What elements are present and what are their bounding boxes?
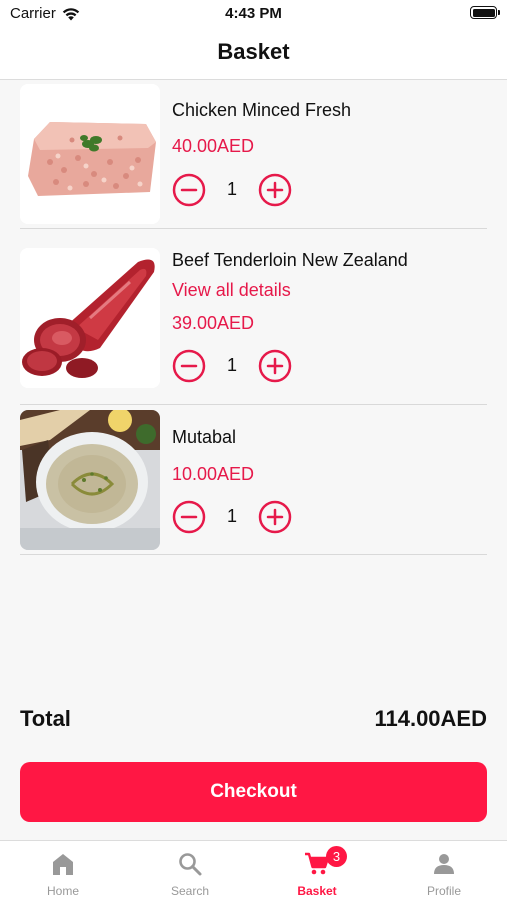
increase-quantity-button[interactable] [258, 173, 292, 207]
battery-icon [470, 6, 500, 19]
tab-label: Search [170, 884, 210, 898]
tab-label: Home [46, 884, 79, 898]
quantity-stepper: 1 [172, 349, 302, 383]
quantity-value: 1 [226, 355, 237, 375]
tab-basket[interactable]: 3 Basket [254, 841, 380, 900]
quantity-value: 1 [226, 179, 237, 199]
tab-label: Profile [426, 884, 461, 898]
navigation-bar: Basket [0, 28, 507, 80]
item-price: 39.00AED [172, 313, 255, 333]
decrease-quantity-button[interactable] [172, 173, 206, 207]
checkout-button[interactable]: Checkout [20, 762, 487, 822]
view-details-link[interactable]: View all details [172, 280, 291, 301]
item-name[interactable]: Chicken Minced Fresh [172, 100, 351, 121]
page-title: Basket [217, 39, 290, 64]
quantity-stepper: 1 [172, 500, 302, 534]
minced-chicken-image[interactable] [20, 84, 160, 224]
quantity-stepper: 1 [172, 173, 302, 207]
plus-circle-icon [258, 173, 292, 207]
tab-home[interactable]: Home [0, 841, 126, 900]
cart-count-badge: 3 [326, 846, 347, 867]
total-value: 114.00AED [374, 706, 487, 731]
basket-item[interactable]: Chicken Minced Fresh 40.00AED 1 [20, 84, 487, 229]
tab-label: Basket [297, 884, 337, 898]
basket-item[interactable]: Beef Tenderloin New Zealand View all det… [20, 229, 487, 405]
plus-circle-icon [258, 500, 292, 534]
tab-search[interactable]: Search [127, 841, 253, 900]
item-price: 10.00AED [172, 464, 255, 484]
item-name[interactable]: Mutabal [172, 427, 236, 448]
mutabal-dip-image[interactable] [20, 410, 160, 550]
status-bar: Carrier 4:43 PM [0, 0, 507, 28]
item-price: 40.00AED [172, 136, 255, 156]
increase-quantity-button[interactable] [258, 349, 292, 383]
basket-item[interactable]: Mutabal 10.00AED 1 [20, 405, 487, 555]
total-label: Total [20, 706, 71, 731]
beef-tenderloin-image[interactable] [20, 248, 160, 388]
status-time: 4:43 PM [225, 5, 282, 22]
home-icon [50, 851, 76, 877]
quantity-value: 1 [226, 506, 237, 526]
item-name[interactable]: Beef Tenderloin New Zealand [172, 250, 408, 271]
decrease-quantity-button[interactable] [172, 349, 206, 383]
minus-circle-icon [172, 173, 206, 207]
person-icon [431, 851, 457, 877]
plus-circle-icon [258, 349, 292, 383]
minus-circle-icon [172, 349, 206, 383]
tab-bar: Home Search 3 Basket Profile [0, 840, 507, 900]
increase-quantity-button[interactable] [258, 500, 292, 534]
decrease-quantity-button[interactable] [172, 500, 206, 534]
search-icon [177, 851, 203, 877]
minus-circle-icon [172, 500, 206, 534]
tab-profile[interactable]: Profile [381, 841, 507, 900]
